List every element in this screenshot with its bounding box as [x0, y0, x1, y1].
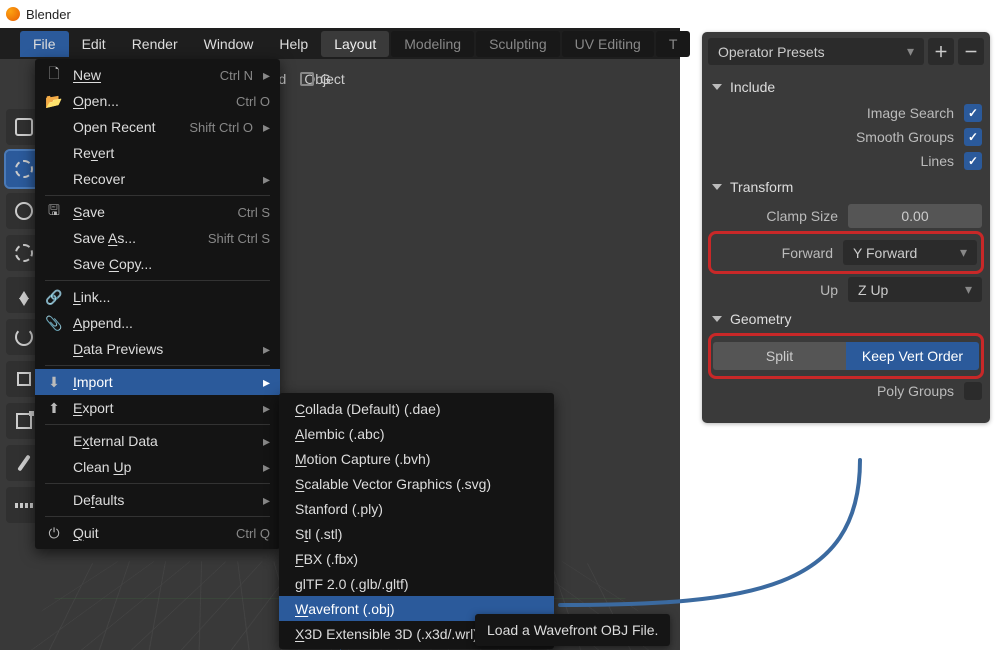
- menu-item-append[interactable]: 📎Append...: [35, 310, 280, 336]
- section-transform[interactable]: Transform: [708, 173, 984, 201]
- input-clamp-size[interactable]: 0.00: [848, 204, 982, 228]
- menubar: File Edit Render Window Help: [20, 31, 321, 57]
- menu-item-data-previews[interactable]: Data Previews▸: [35, 336, 280, 362]
- label-lines: Lines: [921, 153, 954, 169]
- menu-item-clean-up[interactable]: Clean Up▸: [35, 454, 280, 480]
- measure-icon: [15, 503, 33, 508]
- save-icon: 🖫: [45, 200, 63, 224]
- dropdown-up[interactable]: Z Up▾: [848, 277, 982, 302]
- highlight-forward: Forward Y Forward▾: [708, 231, 984, 274]
- toggle-keep-vert-order[interactable]: Keep Vert Order: [846, 342, 979, 370]
- highlight-geometry-toggle: Split Keep Vert Order: [708, 333, 984, 379]
- import-fbx[interactable]: FBX (.fbx): [279, 546, 554, 571]
- file-menu-dropdown: 🗋NewCtrl N▸ 📂Open...Ctrl O Open RecentSh…: [35, 59, 280, 549]
- menu-item-recover[interactable]: Recover▸: [35, 166, 280, 192]
- menu-item-save-copy[interactable]: Save Copy...: [35, 251, 280, 277]
- folder-open-icon: 📂: [45, 93, 63, 110]
- preset-row: Operator Presets▾ ＋ －: [708, 38, 984, 65]
- blender-logo-icon: [6, 7, 20, 21]
- preset-add-button[interactable]: ＋: [928, 38, 954, 65]
- rotate-icon: [15, 328, 33, 346]
- menu-item-save[interactable]: 🖫SaveCtrl S: [35, 199, 280, 225]
- export-icon: ⬆: [45, 400, 63, 417]
- file-new-icon: 🗋: [45, 63, 63, 87]
- chevron-down-icon: ▾: [965, 281, 972, 298]
- triangle-down-icon: [712, 184, 722, 190]
- menu-item-save-as[interactable]: Save As...Shift Ctrl S: [35, 225, 280, 251]
- topbar: File Edit Render Window Help Layout Mode…: [0, 28, 680, 59]
- checkbox-smooth-groups[interactable]: [964, 128, 982, 146]
- label-up: Up: [820, 282, 838, 298]
- select-box-icon: [15, 118, 33, 136]
- annotate-icon: [17, 454, 31, 471]
- import-submenu: Collada (Default) (.dae) Alembic (.abc) …: [279, 393, 554, 649]
- checkbox-image-search[interactable]: [964, 104, 982, 122]
- checkbox-lines[interactable]: [964, 152, 982, 170]
- menu-render[interactable]: Render: [119, 31, 191, 57]
- tab-modeling[interactable]: Modeling: [391, 31, 474, 57]
- append-icon: 📎: [45, 315, 63, 332]
- import-collada[interactable]: Collada (Default) (.dae): [279, 396, 554, 421]
- link-icon: 🔗: [45, 289, 63, 306]
- preset-remove-button[interactable]: －: [958, 38, 984, 65]
- triangle-down-icon: [712, 84, 722, 90]
- menu-window[interactable]: Window: [191, 31, 267, 57]
- import-stl[interactable]: Stl (.stl): [279, 521, 554, 546]
- operator-panel: Operator Presets▾ ＋ － Include Image Sear…: [702, 32, 990, 423]
- move-icon: [19, 291, 29, 299]
- import-gltf[interactable]: glTF 2.0 (.glb/.gltf): [279, 571, 554, 596]
- import-svg[interactable]: Scalable Vector Graphics (.svg): [279, 471, 554, 496]
- tab-layout[interactable]: Layout: [321, 31, 389, 57]
- section-geometry[interactable]: Geometry: [708, 305, 984, 333]
- menu-item-export[interactable]: ⬆Export▸: [35, 395, 280, 421]
- label-smooth-groups: Smooth Groups: [856, 129, 954, 145]
- power-icon: ⏻: [45, 525, 63, 542]
- label-poly-groups: Poly Groups: [877, 383, 954, 399]
- label-forward: Forward: [782, 245, 833, 261]
- import-alembic[interactable]: Alembic (.abc): [279, 421, 554, 446]
- menu-item-link[interactable]: 🔗Link...: [35, 284, 280, 310]
- chevron-down-icon: ▾: [960, 244, 967, 261]
- menu-item-import[interactable]: ⬇Import▸: [35, 369, 280, 395]
- menu-file[interactable]: File: [20, 31, 69, 57]
- chevron-down-icon: ▾: [907, 43, 914, 60]
- preset-select[interactable]: Operator Presets▾: [708, 38, 924, 65]
- menu-edit[interactable]: Edit: [69, 31, 119, 57]
- menu-item-open-recent[interactable]: Open RecentShift Ctrl O▸: [35, 114, 280, 140]
- checkbox-poly-groups[interactable]: [964, 382, 982, 400]
- menu-item-external-data[interactable]: External Data▸: [35, 428, 280, 454]
- tab-uv-editing[interactable]: UV Editing: [562, 31, 654, 57]
- label-image-search: Image Search: [867, 105, 954, 121]
- workspace-tabs: Layout Modeling Sculpting UV Editing T: [321, 31, 690, 57]
- import-icon: ⬇: [45, 374, 63, 391]
- menu-item-revert[interactable]: Revert: [35, 140, 280, 166]
- import-ply[interactable]: Stanford (.ply): [279, 496, 554, 521]
- cursor-icon: [15, 160, 33, 178]
- tab-more[interactable]: T: [656, 31, 691, 57]
- window-title: Blender: [26, 7, 71, 22]
- toggle-split[interactable]: Split: [713, 342, 846, 370]
- gizmo-label: G: [320, 71, 331, 87]
- lasso-icon: [15, 244, 33, 262]
- import-bvh[interactable]: Motion Capture (.bvh): [279, 446, 554, 471]
- circle-icon: [15, 202, 33, 220]
- section-include[interactable]: Include: [708, 73, 984, 101]
- menu-item-new[interactable]: 🗋NewCtrl N▸: [35, 62, 280, 88]
- menu-item-quit[interactable]: ⏻QuitCtrl Q: [35, 520, 280, 546]
- titlebar: Blender: [0, 0, 1000, 28]
- label-clamp-size: Clamp Size: [766, 208, 838, 224]
- scale-icon: [17, 372, 31, 386]
- transform-icon: [16, 413, 32, 429]
- gizmo-icon[interactable]: [300, 72, 314, 86]
- tooltip: Load a Wavefront OBJ File.: [475, 614, 670, 646]
- triangle-down-icon: [712, 316, 722, 322]
- tab-sculpting[interactable]: Sculpting: [476, 31, 560, 57]
- dropdown-forward[interactable]: Y Forward▾: [843, 240, 977, 265]
- menu-item-defaults[interactable]: Defaults▸: [35, 487, 280, 513]
- menu-item-open[interactable]: 📂Open...Ctrl O: [35, 88, 280, 114]
- menu-help[interactable]: Help: [266, 31, 321, 57]
